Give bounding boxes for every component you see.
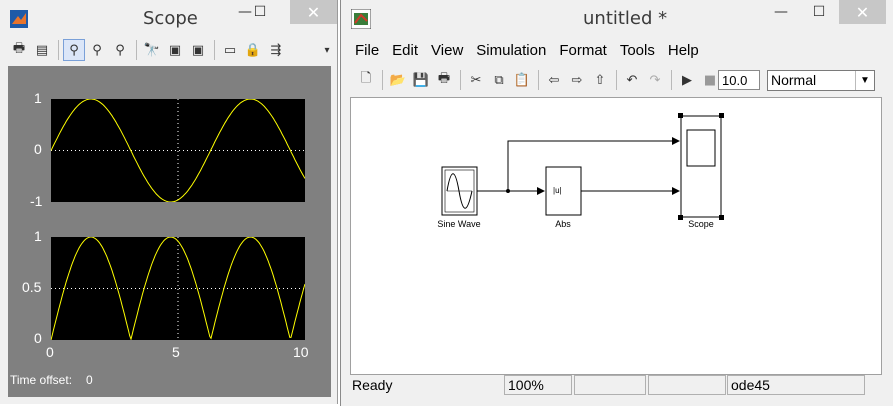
scope-titlebar[interactable]: Scope — ☐ ✕ bbox=[0, 0, 337, 38]
close-icon: ✕ bbox=[855, 2, 870, 22]
scope-window: Scope — ☐ ✕ 🖶 ▤ ⚲ ⚲ ⚲ 🔭 ▣ ▣ ▭ 🔒 ⇶ ▾ 1 0 … bbox=[0, 0, 338, 404]
scope-label: Scope bbox=[688, 219, 714, 229]
copy-icon[interactable]: ⧉ bbox=[488, 69, 510, 91]
menu-tools[interactable]: Tools bbox=[620, 42, 655, 59]
restore-axes-icon[interactable]: ▣ bbox=[187, 39, 209, 61]
lock-icon[interactable]: 🔒 bbox=[242, 39, 264, 61]
toolbar-separator bbox=[382, 70, 383, 90]
ytick-label: 1 bbox=[34, 90, 42, 106]
ytick-label: 1 bbox=[34, 228, 42, 244]
toolbar-separator bbox=[616, 70, 617, 90]
model-titlebar[interactable]: untitled * — ☐ ✕ bbox=[341, 0, 893, 38]
sim-mode-value: Normal bbox=[771, 72, 817, 88]
sine-wave-label: Sine Wave bbox=[437, 219, 481, 229]
abs-symbol: |u| bbox=[553, 186, 562, 195]
status-solver: ode45 bbox=[727, 375, 865, 395]
top-plot-svg bbox=[50, 98, 306, 203]
forward-icon[interactable]: ⇨ bbox=[566, 69, 588, 91]
window-title: Scope bbox=[143, 8, 198, 29]
open-icon[interactable]: 📂 bbox=[387, 69, 409, 91]
zoom-y-icon[interactable]: ⚲ bbox=[109, 39, 131, 61]
print-icon[interactable]: 🖶 bbox=[433, 69, 455, 91]
up-icon[interactable]: ⇧ bbox=[589, 69, 611, 91]
bottom-axes[interactable] bbox=[50, 236, 306, 341]
menu-edit[interactable]: Edit bbox=[392, 42, 418, 59]
undo-icon[interactable]: ↶ bbox=[621, 69, 643, 91]
autoscale-icon[interactable]: 🔭 bbox=[141, 39, 163, 61]
ytick-label: 0.5 bbox=[22, 279, 42, 295]
paste-icon[interactable]: 📋 bbox=[511, 69, 533, 91]
window-title: untitled * bbox=[583, 8, 668, 29]
status-state: Ready bbox=[348, 375, 503, 395]
abs-label: Abs bbox=[555, 219, 571, 229]
menu-help[interactable]: Help bbox=[668, 42, 699, 59]
toolbar-separator bbox=[136, 40, 137, 60]
model-toolbar: 🗋 📂 💾 🖶 ✂ ⧉ 📋 ⇦ ⇨ ⇧ ↶ ↷ ▶ ■ bbox=[355, 68, 722, 92]
toolbar-separator bbox=[214, 40, 215, 60]
ytick-label: -1 bbox=[30, 193, 43, 209]
menu-view[interactable]: View bbox=[431, 42, 463, 59]
menu-bar: File Edit View Simulation Format Tools H… bbox=[355, 42, 712, 59]
sim-mode-select[interactable]: Normal ▼ bbox=[767, 70, 875, 91]
minimize-icon: — bbox=[774, 4, 788, 20]
chevron-down-icon: ▼ bbox=[855, 71, 874, 90]
matlab-logo-icon bbox=[10, 10, 28, 28]
bottom-plot-svg bbox=[50, 236, 306, 341]
maximize-icon: ☐ bbox=[253, 4, 267, 20]
toolbar-separator bbox=[460, 70, 461, 90]
model-canvas[interactable]: |u| Sine Wave Abs Scope bbox=[350, 97, 882, 375]
toolbar-menu-icon[interactable]: ▾ bbox=[316, 39, 338, 61]
menu-simulation[interactable]: Simulation bbox=[476, 42, 546, 59]
xtick-label: 5 bbox=[172, 344, 180, 360]
maximize-button[interactable]: ☐ bbox=[799, 0, 839, 24]
redo-icon[interactable]: ↷ bbox=[644, 69, 666, 91]
maximize-icon: ☐ bbox=[812, 4, 826, 20]
scope-toolbar: 🖶 ▤ ⚲ ⚲ ⚲ 🔭 ▣ ▣ ▭ 🔒 ⇶ ▾ bbox=[8, 38, 339, 62]
back-icon[interactable]: ⇦ bbox=[543, 69, 565, 91]
signal-selector-icon[interactable]: ⇶ bbox=[265, 39, 287, 61]
stop-time-input[interactable] bbox=[718, 70, 760, 90]
scope-block[interactable] bbox=[678, 113, 724, 220]
simulink-logo-icon bbox=[351, 9, 371, 29]
time-offset-value: 0 bbox=[86, 373, 93, 387]
close-icon: ✕ bbox=[306, 2, 321, 22]
maximize-button[interactable]: ☐ bbox=[240, 0, 280, 24]
cut-icon[interactable]: ✂ bbox=[465, 69, 487, 91]
print-icon[interactable]: 🖶 bbox=[8, 39, 30, 61]
zoom-x-icon[interactable]: ⚲ bbox=[86, 39, 108, 61]
zoom-icon[interactable]: ⚲ bbox=[63, 39, 85, 61]
toolbar-separator bbox=[58, 40, 59, 60]
status-cell bbox=[648, 375, 726, 395]
close-button[interactable]: ✕ bbox=[290, 0, 337, 24]
close-button[interactable]: ✕ bbox=[839, 0, 886, 24]
toolbar-separator bbox=[671, 70, 672, 90]
xtick-label: 10 bbox=[293, 344, 309, 360]
menu-format[interactable]: Format bbox=[559, 42, 607, 59]
abs-block[interactable] bbox=[545, 166, 582, 216]
scope-display: 1 0 -1 1 0.5 0 0 5 10 Time offset: 0 bbox=[8, 66, 331, 397]
top-axes[interactable] bbox=[50, 98, 306, 203]
signal-trace bbox=[50, 236, 306, 341]
status-zoom: 100% bbox=[504, 375, 572, 395]
xtick-label: 0 bbox=[46, 344, 54, 360]
signal-trace bbox=[50, 98, 306, 203]
block-diagram bbox=[441, 113, 724, 220]
floating-scope-icon[interactable]: ▭ bbox=[219, 39, 241, 61]
save-axes-icon[interactable]: ▣ bbox=[164, 39, 186, 61]
status-cell bbox=[574, 375, 646, 395]
toolbar-separator bbox=[538, 70, 539, 90]
menu-file[interactable]: File bbox=[355, 42, 379, 59]
save-icon[interactable]: 💾 bbox=[410, 69, 432, 91]
ytick-label: 0 bbox=[34, 141, 42, 157]
minimize-button[interactable]: — bbox=[761, 0, 801, 24]
run-icon[interactable]: ▶ bbox=[676, 69, 698, 91]
new-icon[interactable]: 🗋 bbox=[355, 69, 377, 91]
sine-wave-block[interactable] bbox=[441, 166, 478, 216]
params-icon[interactable]: ▤ bbox=[31, 39, 53, 61]
time-offset-label: Time offset: bbox=[10, 373, 73, 387]
ytick-label: 0 bbox=[34, 330, 42, 346]
